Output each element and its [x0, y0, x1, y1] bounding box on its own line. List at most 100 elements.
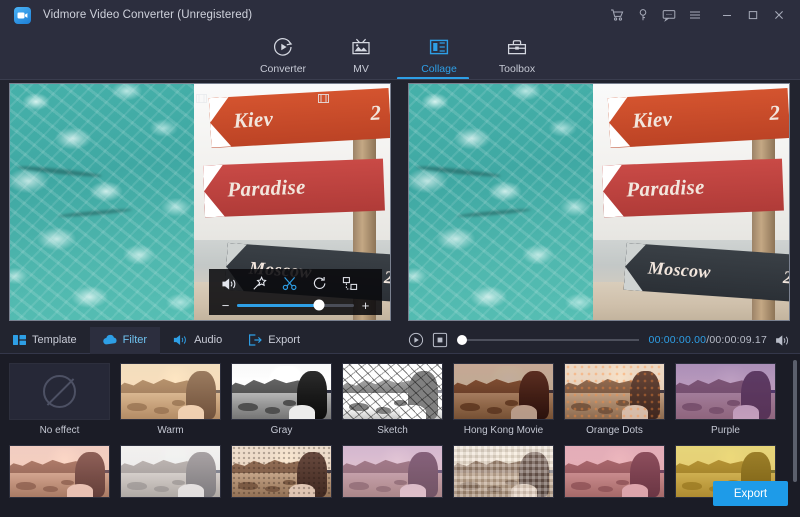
filter-item-sketch[interactable]: Sketch — [342, 363, 453, 438]
filter-item-row2-5[interactable] — [453, 445, 564, 516]
subtab-audio[interactable]: Audio — [160, 327, 235, 353]
audio-icon — [173, 334, 188, 346]
output-sign-kiev: Kiev 2 — [608, 88, 789, 148]
subtab-template[interactable]: Template — [0, 327, 90, 353]
collage-output-preview[interactable]: Kiev 2 Paradise Moscow 2 — [400, 80, 800, 327]
output-cell-water — [409, 84, 593, 320]
sign-kiev-number: 2 — [370, 101, 390, 127]
slider-thumb[interactable] — [313, 300, 324, 311]
preview-player-controls: 00:00:00.00/00:00:09.17 — [400, 327, 800, 354]
window-title: Vidmore Video Converter (Unregistered) — [43, 9, 252, 21]
filter-item-row2-3[interactable] — [231, 445, 342, 516]
cart-icon[interactable] — [604, 0, 630, 30]
magic-wand-icon[interactable] — [252, 276, 268, 291]
export-button[interactable]: Export — [713, 481, 788, 506]
zoom-slider[interactable]: − + — [221, 299, 370, 312]
filter-item-hong-kong-movie[interactable]: Hong Kong Movie — [453, 363, 564, 438]
filter-label: No effect — [9, 425, 110, 438]
menu-icon[interactable] — [682, 0, 708, 30]
collage-cell-water[interactable] — [10, 84, 194, 320]
filter-icon — [103, 334, 117, 346]
filter-item-row2-6[interactable] — [564, 445, 675, 516]
tab-converter-label: Converter — [260, 63, 306, 75]
filter-thumb-row2-4[interactable] — [342, 445, 443, 498]
filter-thumb-no-effect[interactable] — [9, 363, 110, 420]
maximize-icon[interactable] — [740, 0, 766, 30]
filter-thumb-purple[interactable] — [675, 363, 776, 420]
clip-edit-toolbar: − + — [209, 269, 382, 315]
template-icon — [13, 334, 26, 346]
filter-thumb-row2-3[interactable] — [231, 445, 332, 498]
filter-item-row2-2[interactable] — [120, 445, 231, 516]
filter-label: Orange Dots — [564, 425, 665, 438]
filter-thumb-row2-6[interactable] — [564, 445, 665, 498]
title-bar-controls — [604, 0, 800, 30]
filter-thumb-gray[interactable] — [231, 363, 332, 420]
filter-thumb-warm[interactable] — [120, 363, 221, 420]
sign-moscow-number: 2 — [383, 267, 390, 289]
playback-progress-slider[interactable] — [458, 339, 639, 341]
tab-collage-label: Collage — [421, 63, 457, 75]
scissors-icon[interactable] — [282, 276, 298, 291]
filter-thumb-sketch[interactable] — [342, 363, 443, 420]
filter-item-gray[interactable]: Gray — [231, 363, 342, 438]
filter-label — [231, 503, 332, 516]
main-tab-bar: Converter MV Collage — [0, 30, 800, 80]
tab-toolbox-label: Toolbox — [499, 63, 535, 75]
filter-thumb-hong-kong-movie[interactable] — [453, 363, 554, 420]
feedback-icon[interactable] — [656, 0, 682, 30]
volume-icon[interactable] — [221, 277, 238, 291]
sign-paradise: Paradise — [203, 158, 385, 217]
stop-icon[interactable] — [432, 332, 448, 348]
toolbox-icon — [506, 34, 528, 60]
tab-collage[interactable]: Collage — [400, 30, 478, 75]
sign-kiev: Kiev 2 — [209, 88, 390, 148]
volume-icon[interactable] — [775, 334, 790, 347]
crop-icon[interactable] — [342, 276, 358, 291]
film-strip-icon[interactable] — [318, 90, 329, 108]
minimize-icon[interactable] — [714, 0, 740, 30]
filter-item-row2-1[interactable] — [9, 445, 120, 516]
slider-fill — [237, 304, 319, 307]
filter-thumb-row2-2[interactable] — [120, 445, 221, 498]
output-sign-moscow-text: Moscow — [624, 256, 711, 283]
play-icon[interactable] — [408, 332, 424, 348]
tab-mv[interactable]: MV — [322, 30, 400, 75]
close-icon[interactable] — [766, 0, 792, 30]
filter-item-row2-4[interactable] — [342, 445, 453, 516]
filter-label: Gray — [231, 425, 332, 438]
filter-label: Purple — [675, 425, 776, 438]
middle-bar: Template Filter Audio — [0, 327, 800, 354]
tab-converter[interactable]: Converter — [244, 30, 322, 75]
filter-thumb-orange-dots[interactable] — [564, 363, 665, 420]
filter-item-warm[interactable]: Warm — [120, 363, 231, 438]
subtab-template-label: Template — [32, 334, 77, 346]
convert-icon — [272, 34, 294, 60]
filter-label — [453, 503, 554, 516]
subtab-filter[interactable]: Filter — [90, 327, 160, 353]
filter-item-orange-dots[interactable]: Orange Dots — [564, 363, 675, 438]
output-cell-signs: Kiev 2 Paradise Moscow 2 — [593, 84, 789, 320]
filter-thumb-row2-1[interactable] — [9, 445, 110, 498]
slider-plus-label[interactable]: + — [361, 299, 370, 312]
filter-label: Hong Kong Movie — [453, 425, 554, 438]
sign-paradise-text: Paradise — [204, 175, 307, 204]
subtab-export[interactable]: Export — [235, 327, 313, 353]
slider-minus-label[interactable]: − — [221, 299, 230, 312]
filter-item-no-effect[interactable]: No effect — [9, 363, 120, 438]
rotate-icon[interactable] — [312, 276, 328, 291]
filter-thumb-row2-5[interactable] — [453, 445, 554, 498]
tab-toolbox[interactable]: Toolbox — [478, 30, 556, 75]
slider-track[interactable] — [237, 304, 354, 307]
filter-gallery[interactable]: No effect Warm Gray — [0, 354, 800, 517]
playback-thumb[interactable] — [457, 335, 467, 345]
application-window: Vidmore Video Converter (Unregistered) — [0, 0, 800, 517]
filter-scrollbar[interactable] — [793, 360, 797, 482]
film-strip-icon[interactable] — [196, 90, 207, 108]
key-icon[interactable] — [630, 0, 656, 30]
output-sign-paradise: Paradise — [602, 158, 784, 217]
filter-item-purple[interactable]: Purple — [675, 363, 786, 438]
collage-edit-preview[interactable]: Kiev 2 Paradise Moscow 2 — [0, 80, 400, 327]
collage-icon — [428, 34, 450, 60]
no-effect-icon — [43, 375, 76, 408]
